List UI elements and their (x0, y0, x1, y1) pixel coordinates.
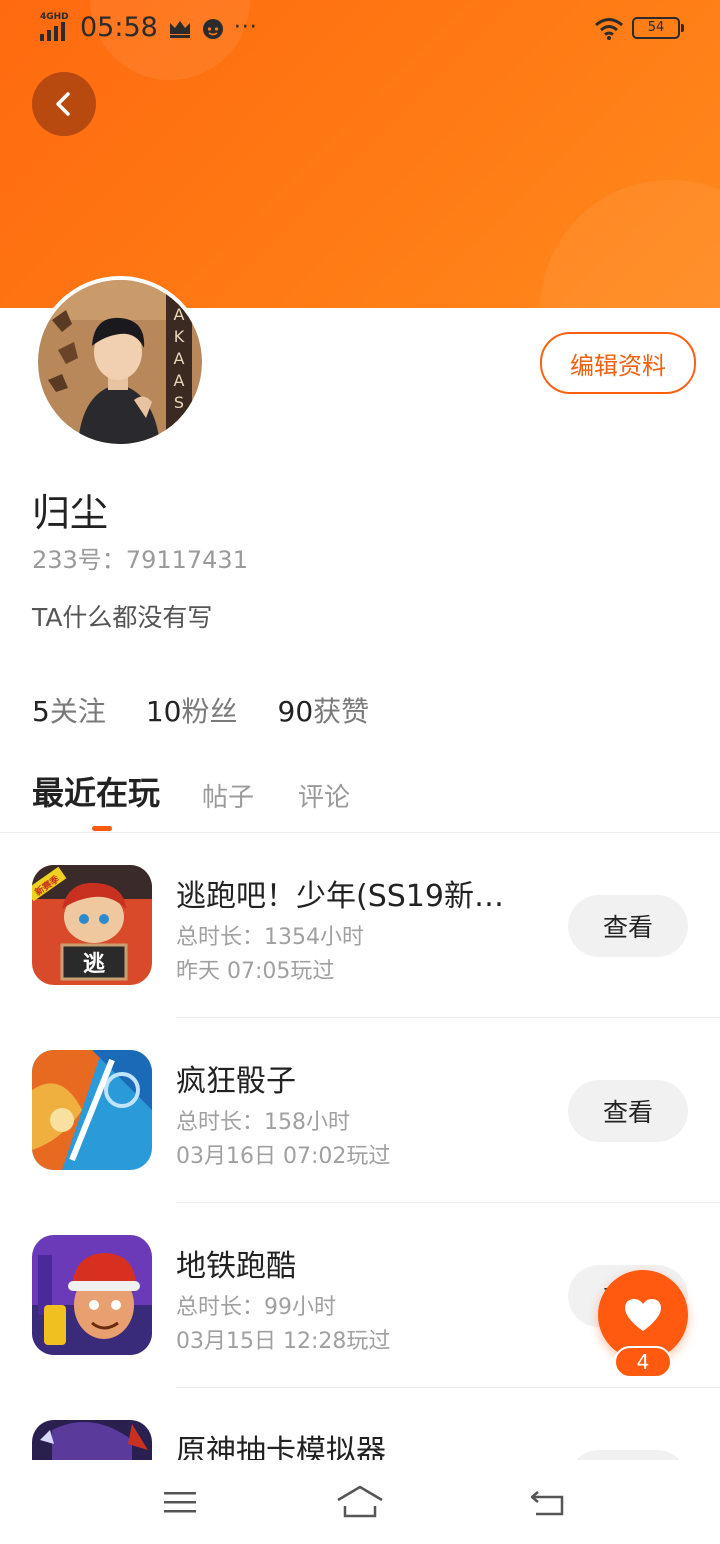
more-status-icon: ··· (233, 15, 258, 40)
game-name: 逃跑吧！少年(SS19新… (176, 879, 504, 914)
game-icon (32, 1050, 152, 1170)
home-button[interactable] (330, 1478, 390, 1526)
view-button[interactable]: 查看 (568, 1080, 688, 1142)
like-count-badge: 4 (614, 1346, 672, 1378)
tab-comments[interactable]: 评论 (298, 777, 350, 814)
svg-text:A: A (174, 349, 185, 368)
signal-icon: 4GHD (40, 12, 74, 43)
svg-text:逃: 逃 (83, 952, 106, 977)
avatar-text: A (174, 305, 185, 324)
menu-button[interactable] (150, 1478, 210, 1526)
svg-text:K: K (174, 327, 185, 346)
back-button[interactable] (32, 72, 96, 136)
svg-text:A: A (174, 371, 185, 390)
tab-indicator (92, 826, 112, 831)
user-id: 233号：79117431 (32, 546, 248, 574)
svg-text:S: S (174, 393, 184, 412)
game-name: 原神抽卡模拟器 (176, 1434, 386, 1460)
game-name: 地铁跑酷 (176, 1249, 296, 1284)
tab-recent-games[interactable]: 最近在玩 (32, 768, 160, 814)
profile-stats: 5关注 10粉丝 90获赞 (32, 690, 369, 730)
battery-icon: 54 (632, 17, 684, 39)
game-last-played: 03月15日 12:28玩过 (176, 1329, 391, 1354)
game-duration: 总时长：99小时 (176, 1295, 336, 1320)
avatar-image: A K A A S (38, 280, 202, 444)
game-duration: 总时长：1354小时 (176, 925, 364, 950)
face-icon (202, 18, 223, 39)
user-bio: TA什么都没有写 (32, 603, 213, 632)
menu-icon (164, 1492, 196, 1513)
home-icon (337, 1485, 383, 1518)
stat-following[interactable]: 5关注 (32, 690, 106, 730)
back-arrow-icon (56, 92, 70, 116)
return-icon (530, 1491, 564, 1516)
stat-likes[interactable]: 90获赞 (278, 690, 370, 730)
status-time: 05:58 (80, 12, 158, 43)
edit-profile-button[interactable]: 编辑资料 (540, 332, 696, 394)
view-button[interactable]: 查看 (568, 1450, 688, 1460)
avatar[interactable]: A K A A S (34, 276, 206, 448)
stat-followers[interactable]: 10粉丝 (146, 690, 238, 730)
profile-tabs: 最近在玩 帖子 评论 (32, 768, 394, 814)
list-item[interactable]: 疯狂骰子 总时长：158小时 03月16日 07:02玩过 查看 (0, 1018, 720, 1203)
return-button[interactable] (518, 1478, 578, 1526)
view-button[interactable]: 查看 (568, 895, 688, 957)
game-name: 疯狂骰子 (176, 1064, 296, 1099)
game-icon: 逃 新赛季 (32, 865, 152, 985)
game-duration: 总时长：158小时 (176, 1110, 350, 1135)
game-last-played: 昨天 07:05玩过 (176, 959, 335, 984)
wifi-icon (595, 18, 623, 40)
game-icon (32, 1420, 152, 1460)
tab-posts[interactable]: 帖子 (202, 777, 254, 814)
system-nav-bar (0, 1460, 720, 1544)
list-item[interactable]: 原神抽卡模拟器 查看 (0, 1388, 720, 1460)
game-icon (32, 1235, 152, 1355)
crown-icon (169, 20, 190, 38)
username: 归尘 (32, 491, 109, 535)
banner-decoration (540, 180, 720, 308)
heart-icon (625, 1299, 661, 1331)
list-item[interactable]: 逃 新赛季 逃跑吧！少年(SS19新… 总时长：1354小时 昨天 07:05玩… (0, 833, 720, 1018)
status-bar: 4GHD 05:58 ··· 54 (0, 0, 720, 58)
game-last-played: 03月16日 07:02玩过 (176, 1144, 391, 1169)
